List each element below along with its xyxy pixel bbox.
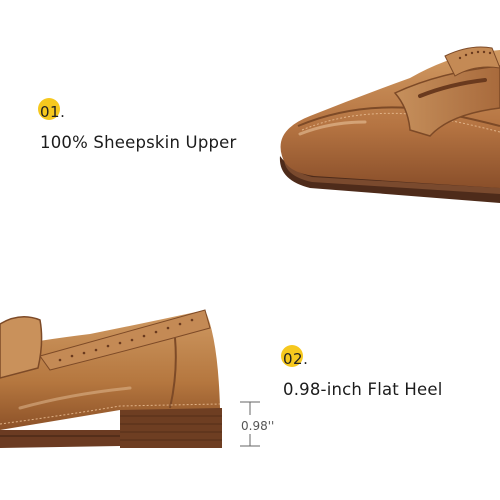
feature-1-badge: 01.: [38, 98, 237, 126]
heel-height-label: 0.98'': [241, 419, 275, 433]
feature-2-badge: 02.: [281, 345, 443, 373]
loafer-top-view-image: [279, 46, 500, 203]
feature-2-number: 02.: [283, 350, 309, 368]
feature-1: 01. 100% Sheepskin Upper: [38, 98, 237, 152]
feature-1-number: 01.: [40, 103, 66, 121]
feature-2-text: 0.98-inch Flat Heel: [283, 380, 443, 399]
loafer-side-view-image: [0, 309, 222, 448]
feature-1-text: 100% Sheepskin Upper: [40, 133, 237, 152]
feature-2: 02. 0.98-inch Flat Heel: [281, 345, 443, 399]
